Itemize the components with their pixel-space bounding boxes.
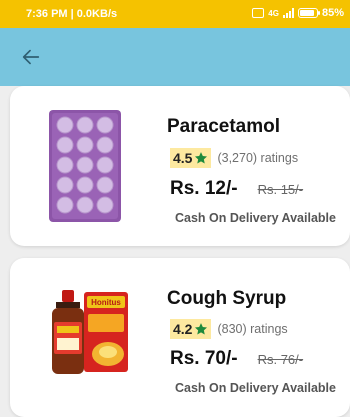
- original-price: Rs. 76/-: [257, 352, 304, 367]
- price-row: Rs. 70/- Rs. 76/-: [170, 348, 303, 370]
- delivery-note: Cash On Delivery Available: [175, 211, 336, 225]
- status-time-network: 7:36 PM | 0.0KB/s: [26, 8, 118, 20]
- tablet-blister-image: [49, 110, 121, 222]
- product-name: Cough Syrup: [167, 288, 287, 309]
- status-bar: 7:36 PM | 0.0KB/s 4G 85%: [0, 0, 350, 28]
- original-price: Rs. 15/-: [257, 182, 304, 197]
- brand-text: Honitus: [91, 298, 121, 307]
- rating-count: (830) ratings: [217, 322, 288, 336]
- rating-value: 4.5: [173, 150, 193, 166]
- rating-row: 4.5 (3,270) ratings: [170, 148, 298, 168]
- selling-price: Rs. 70/-: [170, 348, 238, 369]
- arrow-left-icon[interactable]: [20, 46, 42, 68]
- delivery-note: Cash On Delivery Available: [175, 381, 336, 395]
- status-indicators: 4G 85%: [252, 7, 344, 19]
- selling-price: Rs. 12/-: [170, 178, 238, 199]
- rating-row: 4.2 (830) ratings: [170, 319, 288, 339]
- rating-count: (3,270) ratings: [217, 151, 299, 165]
- battery-level-fill: [299, 10, 314, 16]
- rating-value: 4.2: [173, 321, 193, 337]
- product-name: Paracetamol: [167, 116, 281, 137]
- sim-icon: [252, 8, 265, 18]
- star-icon: [195, 152, 208, 164]
- rating-badge: 4.2: [170, 319, 212, 339]
- product-card[interactable]: Paracetamol 4.5 (3,270) ratings Rs. 12/-…: [10, 86, 350, 246]
- price-row: Rs. 12/- Rs. 15/-: [170, 178, 303, 200]
- signal-strength-icon: [282, 8, 294, 18]
- star-icon: [195, 323, 208, 335]
- network-type-label: 4G: [268, 8, 279, 18]
- app-bar: [0, 28, 350, 86]
- battery-icon: [297, 8, 320, 18]
- battery-percent: 85%: [321, 7, 344, 19]
- syrup-bottle-image: Honitus: [52, 290, 128, 374]
- product-card[interactable]: Honitus Cough Syrup 4.2 (830) ratings Rs…: [10, 258, 350, 417]
- rating-badge: 4.5: [170, 148, 212, 168]
